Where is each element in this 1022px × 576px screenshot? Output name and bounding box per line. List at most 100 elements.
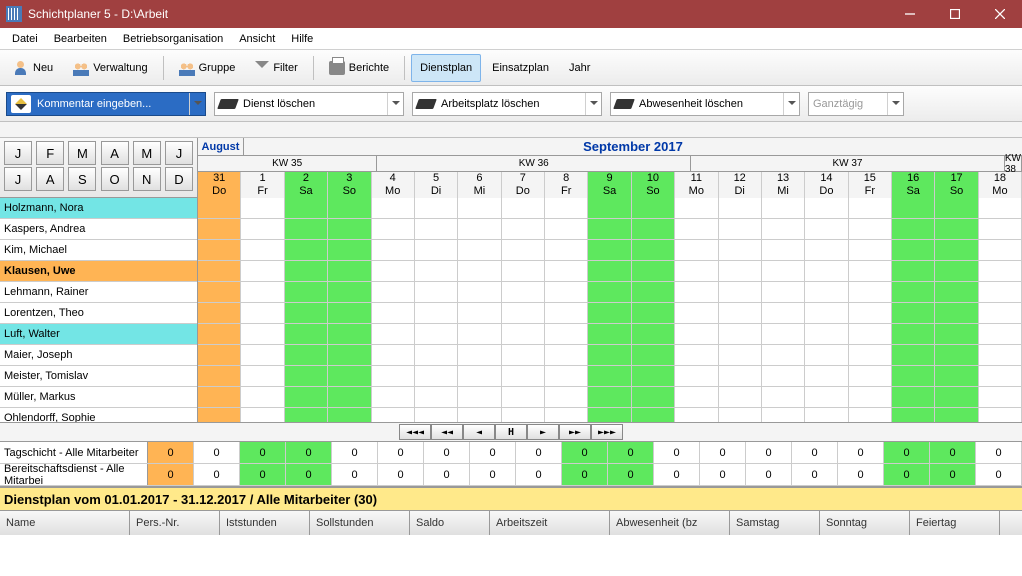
grid-cell[interactable]: [241, 387, 284, 407]
grid-cell[interactable]: [415, 261, 458, 281]
grid-cell[interactable]: [545, 387, 588, 407]
calendar-body[interactable]: [198, 198, 1022, 422]
grid-cell[interactable]: [198, 219, 241, 239]
grid-cell[interactable]: [805, 387, 848, 407]
employee-row[interactable]: Luft, Walter: [0, 324, 197, 345]
grid-cell[interactable]: [762, 324, 805, 344]
grid-cell[interactable]: [675, 240, 718, 260]
grid-cell[interactable]: [805, 219, 848, 239]
grid-cell[interactable]: [935, 240, 978, 260]
grid-cell[interactable]: [372, 261, 415, 281]
grid-cell[interactable]: [719, 261, 762, 281]
grid-cell[interactable]: [849, 240, 892, 260]
filter-button[interactable]: Filter: [246, 54, 306, 82]
einsatzplan-button[interactable]: Einsatzplan: [483, 54, 558, 82]
grid-cell[interactable]: [458, 324, 501, 344]
verwaltung-button[interactable]: Verwaltung: [64, 54, 156, 82]
day-header[interactable]: 6Mi: [458, 172, 501, 198]
column-header[interactable]: Samstag: [730, 511, 820, 535]
grid-cell[interactable]: [588, 198, 631, 218]
day-header[interactable]: 13Mi: [762, 172, 805, 198]
grid-cell[interactable]: [285, 198, 328, 218]
grid-cell[interactable]: [415, 408, 458, 422]
grid-cell[interactable]: [545, 408, 588, 422]
day-header[interactable]: 10So: [632, 172, 675, 198]
nav-button[interactable]: ◄: [463, 424, 495, 440]
grid-cell[interactable]: [198, 324, 241, 344]
grid-cell[interactable]: [719, 303, 762, 323]
ganztaegig-combo[interactable]: Ganztägig: [808, 92, 904, 116]
grid-cell[interactable]: [458, 261, 501, 281]
nav-button[interactable]: ◄◄◄: [399, 424, 431, 440]
day-header[interactable]: 11Mo: [675, 172, 718, 198]
employee-row[interactable]: Holzmann, Nora: [0, 198, 197, 219]
grid-cell[interactable]: [979, 366, 1022, 386]
grid-cell[interactable]: [675, 345, 718, 365]
grid-cell[interactable]: [328, 366, 371, 386]
grid-cell[interactable]: [762, 282, 805, 302]
day-header[interactable]: 16Sa: [892, 172, 935, 198]
grid-cell[interactable]: [588, 408, 631, 422]
grid-cell[interactable]: [328, 240, 371, 260]
nav-button[interactable]: ►►►: [591, 424, 623, 440]
grid-cell[interactable]: [458, 303, 501, 323]
grid-cell[interactable]: [415, 282, 458, 302]
grid-cell[interactable]: [979, 261, 1022, 281]
grid-cell[interactable]: [892, 219, 935, 239]
grid-cell[interactable]: [328, 387, 371, 407]
grid-cell[interactable]: [198, 240, 241, 260]
grid-cell[interactable]: [588, 387, 631, 407]
grid-cell[interactable]: [415, 387, 458, 407]
grid-cell[interactable]: [588, 219, 631, 239]
grid-cell[interactable]: [719, 387, 762, 407]
grid-cell[interactable]: [588, 303, 631, 323]
grid-cell[interactable]: [415, 240, 458, 260]
grid-cell[interactable]: [285, 219, 328, 239]
grid-cell[interactable]: [719, 198, 762, 218]
column-header[interactable]: Saldo: [410, 511, 490, 535]
menu-betriebsorganisation[interactable]: Betriebsorganisation: [115, 30, 231, 48]
grid-cell[interactable]: [675, 366, 718, 386]
grid-cell[interactable]: [979, 303, 1022, 323]
grid-cell[interactable]: [935, 198, 978, 218]
grid-cell[interactable]: [935, 408, 978, 422]
grid-cell[interactable]: [849, 387, 892, 407]
grid-cell[interactable]: [502, 387, 545, 407]
dienstplan-button[interactable]: Dienstplan: [411, 54, 481, 82]
grid-cell[interactable]: [632, 387, 675, 407]
grid-cell[interactable]: [415, 303, 458, 323]
grid-cell[interactable]: [632, 219, 675, 239]
menu-ansicht[interactable]: Ansicht: [231, 30, 283, 48]
grid-cell[interactable]: [675, 324, 718, 344]
grid-cell[interactable]: [545, 345, 588, 365]
grid-cell[interactable]: [632, 366, 675, 386]
neu-button[interactable]: Neu: [4, 54, 62, 82]
grid-cell[interactable]: [805, 261, 848, 281]
grid-cell[interactable]: [979, 198, 1022, 218]
grid-cell[interactable]: [935, 366, 978, 386]
grid-cell[interactable]: [719, 408, 762, 422]
grid-cell[interactable]: [675, 408, 718, 422]
day-header[interactable]: 4Mo: [372, 172, 415, 198]
grid-cell[interactable]: [198, 282, 241, 302]
employee-row[interactable]: Klausen, Uwe: [0, 261, 197, 282]
month-btn-S[interactable]: S: [68, 167, 96, 191]
grid-cell[interactable]: [502, 366, 545, 386]
grid-cell[interactable]: [935, 219, 978, 239]
grid-cell[interactable]: [849, 198, 892, 218]
maximize-button[interactable]: [932, 0, 977, 28]
month-btn-M[interactable]: M: [133, 141, 161, 165]
grid-cell[interactable]: [805, 366, 848, 386]
column-header[interactable]: Feiertag: [910, 511, 1000, 535]
grid-cell[interactable]: [762, 303, 805, 323]
grid-cell[interactable]: [241, 366, 284, 386]
grid-cell[interactable]: [415, 324, 458, 344]
grid-cell[interactable]: [372, 366, 415, 386]
grid-cell[interactable]: [632, 324, 675, 344]
grid-cell[interactable]: [285, 366, 328, 386]
grid-cell[interactable]: [719, 240, 762, 260]
grid-cell[interactable]: [545, 324, 588, 344]
nav-button[interactable]: ◄◄: [431, 424, 463, 440]
grid-cell[interactable]: [328, 303, 371, 323]
grid-cell[interactable]: [502, 219, 545, 239]
